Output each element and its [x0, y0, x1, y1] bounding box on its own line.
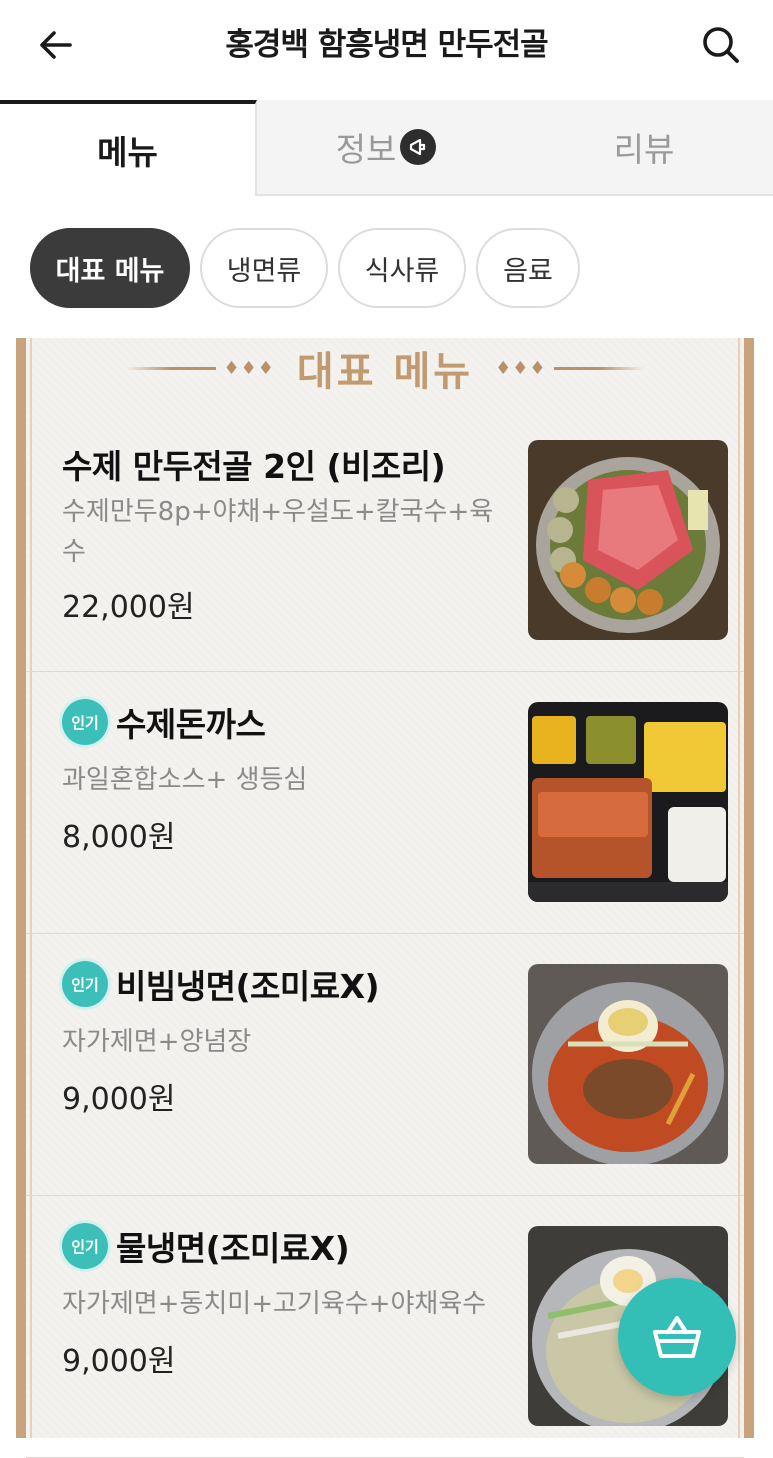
item-price: 22,000원: [62, 590, 195, 625]
menu-item[interactable]: 인기 수제돈까스 과일혼합소스+ 생등심 8,000원: [26, 672, 744, 934]
diamond-ornament-left: ♦♦♦: [223, 357, 275, 379]
item-photo: [528, 702, 728, 902]
section-title: 대표 메뉴: [296, 349, 474, 395]
tab-review[interactable]: 리뷰: [515, 100, 773, 196]
menu-item[interactable]: 인기 비빔냉면(조미료X) 자가제면+양념장 9,000원: [26, 934, 744, 1196]
megaphone-icon: [400, 129, 437, 165]
tab-review-label: 리뷰: [613, 130, 675, 169]
item-description: 과일혼합소스+ 생등심: [62, 765, 308, 795]
item-name-row: 인기 비빔냉면(조미료X): [62, 960, 380, 1008]
app-header: 홍경백 함흥냉면 만두전골: [0, 0, 773, 92]
tab-menu-label: 메뉴: [97, 133, 158, 172]
search-button[interactable]: [695, 22, 747, 68]
chip-signature-menu[interactable]: 대표 메뉴: [30, 228, 190, 308]
popular-badge: 인기: [62, 699, 108, 745]
item-price: 9,000원: [62, 1082, 176, 1117]
cart-button[interactable]: [618, 1278, 736, 1396]
search-icon: [703, 27, 739, 63]
popular-badge: 인기: [62, 961, 108, 1007]
diamond-ornament-right: ♦♦♦: [495, 357, 547, 379]
tab-bar: 메뉴 정보 리뷰: [0, 100, 773, 196]
page-title: 홍경백 함흥냉면 만두전골: [225, 27, 548, 63]
tab-info-label: 정보: [335, 130, 397, 169]
item-description: 수제만두8p+야채+우설도+칼국수+육수: [62, 497, 494, 567]
item-name-row: 수제 만두전골 2인 (비조리): [62, 440, 446, 488]
menu-panel: ♦♦♦ 대표 메뉴 ♦♦♦ 수제 만두전골 2인 (비조리) 수제만두8p+야채…: [16, 338, 754, 1458]
item-price: 9,000원: [62, 1344, 176, 1379]
item-name: 비빔냉면(조미료X): [116, 967, 380, 1006]
item-name-row: 인기 수제돈까스: [62, 698, 266, 746]
menu-item[interactable]: 수제 만두전골 2인 (비조리) 수제만두8p+야채+우설도+칼국수+육수 22…: [26, 410, 744, 672]
item-name: 물냉면(조미료X): [116, 1229, 350, 1268]
item-name: 수제돈까스: [116, 705, 266, 744]
item-photo: [528, 964, 728, 1164]
item-photo: [528, 440, 728, 640]
popular-badge: 인기: [62, 1223, 108, 1269]
chip-drinks[interactable]: 음료: [476, 228, 580, 308]
item-name: 수제 만두전골 2인 (비조리): [62, 447, 446, 486]
section-header: ♦♦♦ 대표 메뉴 ♦♦♦: [26, 338, 744, 398]
divider-right: [554, 366, 645, 370]
item-description: 자가제면+양념장: [62, 1027, 252, 1057]
item-name-row: 인기 물냉면(조미료X): [62, 1222, 350, 1270]
item-description: 자가제면+동치미+고기육수+야채육수: [62, 1289, 487, 1319]
tab-info[interactable]: 정보: [257, 100, 515, 196]
chip-meals[interactable]: 식사류: [338, 228, 466, 308]
chip-naengmyeon[interactable]: 냉면류: [200, 228, 328, 308]
divider-left: [125, 366, 216, 370]
item-price: 8,000원: [62, 820, 176, 855]
basket-icon: [653, 1316, 701, 1358]
tab-menu[interactable]: 메뉴: [0, 100, 257, 196]
category-chips: 대표 메뉴 냉면류 식사류 음료: [30, 228, 580, 308]
